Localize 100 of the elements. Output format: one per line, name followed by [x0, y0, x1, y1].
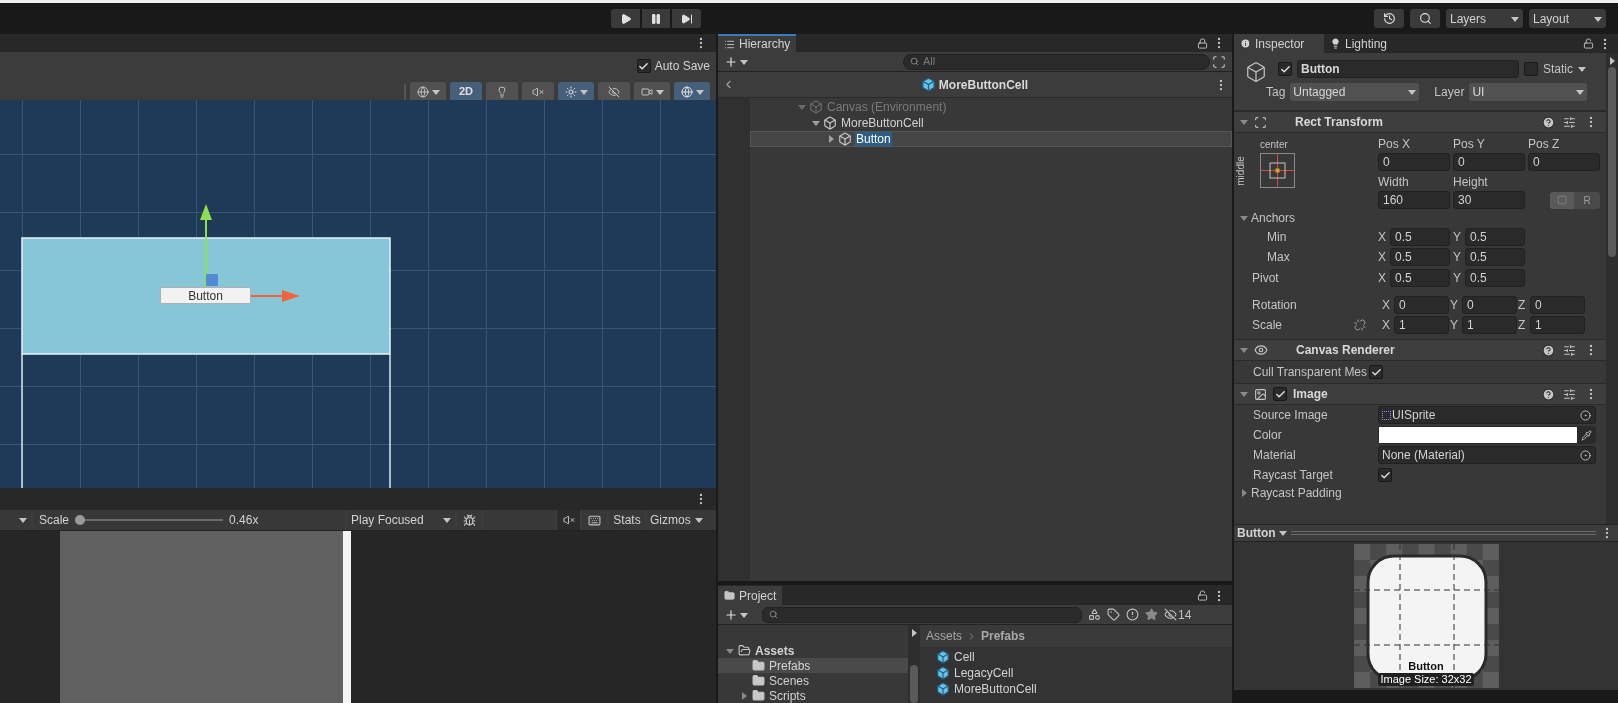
number-field[interactable]: 1: [1394, 316, 1449, 334]
name-field[interactable]: Button: [1297, 60, 1519, 78]
help-icon[interactable]: [1542, 115, 1555, 129]
number-field[interactable]: 0: [1462, 296, 1517, 314]
foldout-arrow-icon[interactable]: [1240, 489, 1248, 497]
folder-row[interactable]: Prefabs: [718, 658, 908, 673]
checkbox[interactable]: [1369, 365, 1384, 379]
checkbox[interactable]: [1278, 62, 1292, 76]
folder-row[interactable]: Scripts: [718, 688, 908, 703]
number-field[interactable]: 30: [1453, 191, 1525, 209]
number-field[interactable]: 0.5: [1390, 248, 1450, 266]
breadcrumb-item[interactable]: Assets: [926, 627, 962, 645]
layers-dropdown[interactable]: Layers: [1446, 9, 1523, 28]
object-field[interactable]: UISprite: [1378, 406, 1596, 424]
search-button[interactable]: [1410, 9, 1440, 28]
mute-button[interactable]: [557, 510, 580, 530]
layout-dropdown[interactable]: Layout: [1529, 9, 1606, 28]
add-icon[interactable]: [724, 607, 738, 622]
gizmos-menu[interactable]: Gizmos: [647, 510, 716, 530]
pause-button[interactable]: [642, 9, 670, 28]
asset-label[interactable]: Cell: [954, 648, 975, 666]
breadcrumb-item[interactable]: Prefabs: [981, 627, 1026, 645]
expand-arrow-icon[interactable]: [740, 691, 748, 700]
search-field[interactable]: [762, 606, 1082, 623]
layer-dropdown[interactable]: UI: [1469, 83, 1588, 101]
checkbox[interactable]: [1378, 468, 1392, 482]
presets-icon[interactable]: [1563, 343, 1576, 357]
object-field[interactable]: None (Material): [1378, 446, 1596, 464]
play-mode-dropdown[interactable]: Play Focused: [347, 510, 455, 530]
checkbox[interactable]: [1524, 62, 1538, 76]
tree-row[interactable]: Button: [750, 131, 1232, 147]
shapes-icon[interactable]: [1088, 608, 1101, 621]
panel-tab[interactable]: Inspector: [1234, 34, 1324, 53]
folder-label: Assets: [755, 643, 795, 658]
number-field[interactable]: 0: [1453, 153, 1525, 171]
foldout-arrow-icon[interactable]: [1240, 346, 1248, 354]
foldout-arrow-icon[interactable]: [1240, 118, 1248, 126]
star-icon[interactable]: [1145, 608, 1158, 621]
stats-button[interactable]: Stats: [609, 510, 645, 530]
tree-row[interactable]: MoreButtonCell: [750, 115, 1232, 131]
help-icon[interactable]: [1542, 387, 1555, 401]
scrollbar-thumb[interactable]: [1608, 67, 1616, 257]
lock-icon[interactable]: [1197, 590, 1208, 601]
help-icon[interactable]: [1542, 343, 1555, 357]
number-field[interactable]: 0.5: [1465, 228, 1525, 246]
tree-label[interactable]: Button: [855, 132, 892, 146]
hierarchy-tab[interactable]: Hierarchy: [718, 34, 797, 52]
tag-icon[interactable]: [1107, 608, 1120, 621]
number-field[interactable]: 0.5: [1465, 248, 1525, 266]
alert-icon[interactable]: [1126, 608, 1139, 621]
tag-dropdown[interactable]: Untagged: [1290, 83, 1420, 101]
number-field[interactable]: 0.5: [1465, 269, 1525, 287]
gameobject-icon[interactable]: [1245, 61, 1267, 83]
number-field[interactable]: 0: [1394, 296, 1449, 314]
checkbox[interactable]: [1273, 387, 1287, 401]
foldout-arrow-icon[interactable]: [1240, 214, 1248, 222]
number-field[interactable]: 0: [1378, 153, 1450, 171]
folder-row[interactable]: Scenes: [718, 673, 908, 688]
asset-label[interactable]: LegacyCell: [954, 664, 1014, 682]
expand-arrow-icon[interactable]: [812, 119, 820, 127]
lock-icon[interactable]: [1583, 38, 1594, 49]
foldout-arrow-icon[interactable]: [1240, 390, 1248, 398]
preview-dropdown[interactable]: Button: [1237, 524, 1287, 542]
slider-thumb[interactable]: [75, 515, 86, 525]
object-picker-icon[interactable]: [1580, 409, 1591, 421]
scale-slider[interactable]: [75, 515, 224, 525]
number-field[interactable]: 0.5: [1390, 228, 1450, 246]
expand-arrow-icon[interactable]: [726, 646, 734, 655]
scene-search-icon[interactable]: [1212, 54, 1226, 69]
checkbox[interactable]: [636, 59, 651, 73]
constrain-proportions-icon[interactable]: [1354, 319, 1366, 331]
lock-icon[interactable]: [1197, 37, 1208, 49]
anchor-preset-icon[interactable]: [1260, 153, 1295, 188]
hidden-packages-toggle[interactable]: 14: [1164, 605, 1192, 624]
panel-tab[interactable]: Lighting: [1324, 34, 1394, 53]
display-dropdown[interactable]: [0, 510, 31, 530]
eyedropper-icon[interactable]: [1581, 429, 1592, 441]
folder-row[interactable]: Assets: [718, 643, 908, 658]
number-field[interactable]: 0: [1528, 153, 1600, 171]
step-button[interactable]: [672, 9, 701, 28]
history-button[interactable]: [1374, 9, 1404, 28]
play-button[interactable]: [611, 9, 640, 28]
scrollbar-thumb[interactable]: [910, 665, 918, 703]
number-field[interactable]: 0.5: [1390, 269, 1450, 287]
number-field[interactable]: 1: [1530, 316, 1585, 334]
color-swatch[interactable]: [1379, 427, 1577, 443]
number-field[interactable]: 1: [1462, 316, 1517, 334]
keyboard-button[interactable]: [582, 510, 607, 530]
presets-icon[interactable]: [1563, 387, 1576, 401]
number-field[interactable]: 0: [1530, 296, 1585, 314]
expand-arrow-icon[interactable]: [827, 135, 835, 143]
object-picker-icon[interactable]: [1580, 449, 1591, 461]
asset-label[interactable]: MoreButtonCell: [954, 680, 1037, 698]
project-tab[interactable]: Project: [718, 586, 783, 605]
tree-label[interactable]: MoreButtonCell: [840, 116, 925, 130]
blueprint-button[interactable]: [1550, 191, 1574, 209]
add-icon[interactable]: [724, 54, 738, 69]
number-field[interactable]: 160: [1378, 191, 1450, 209]
presets-icon[interactable]: [1563, 115, 1576, 129]
bug-button[interactable]: [457, 510, 481, 530]
